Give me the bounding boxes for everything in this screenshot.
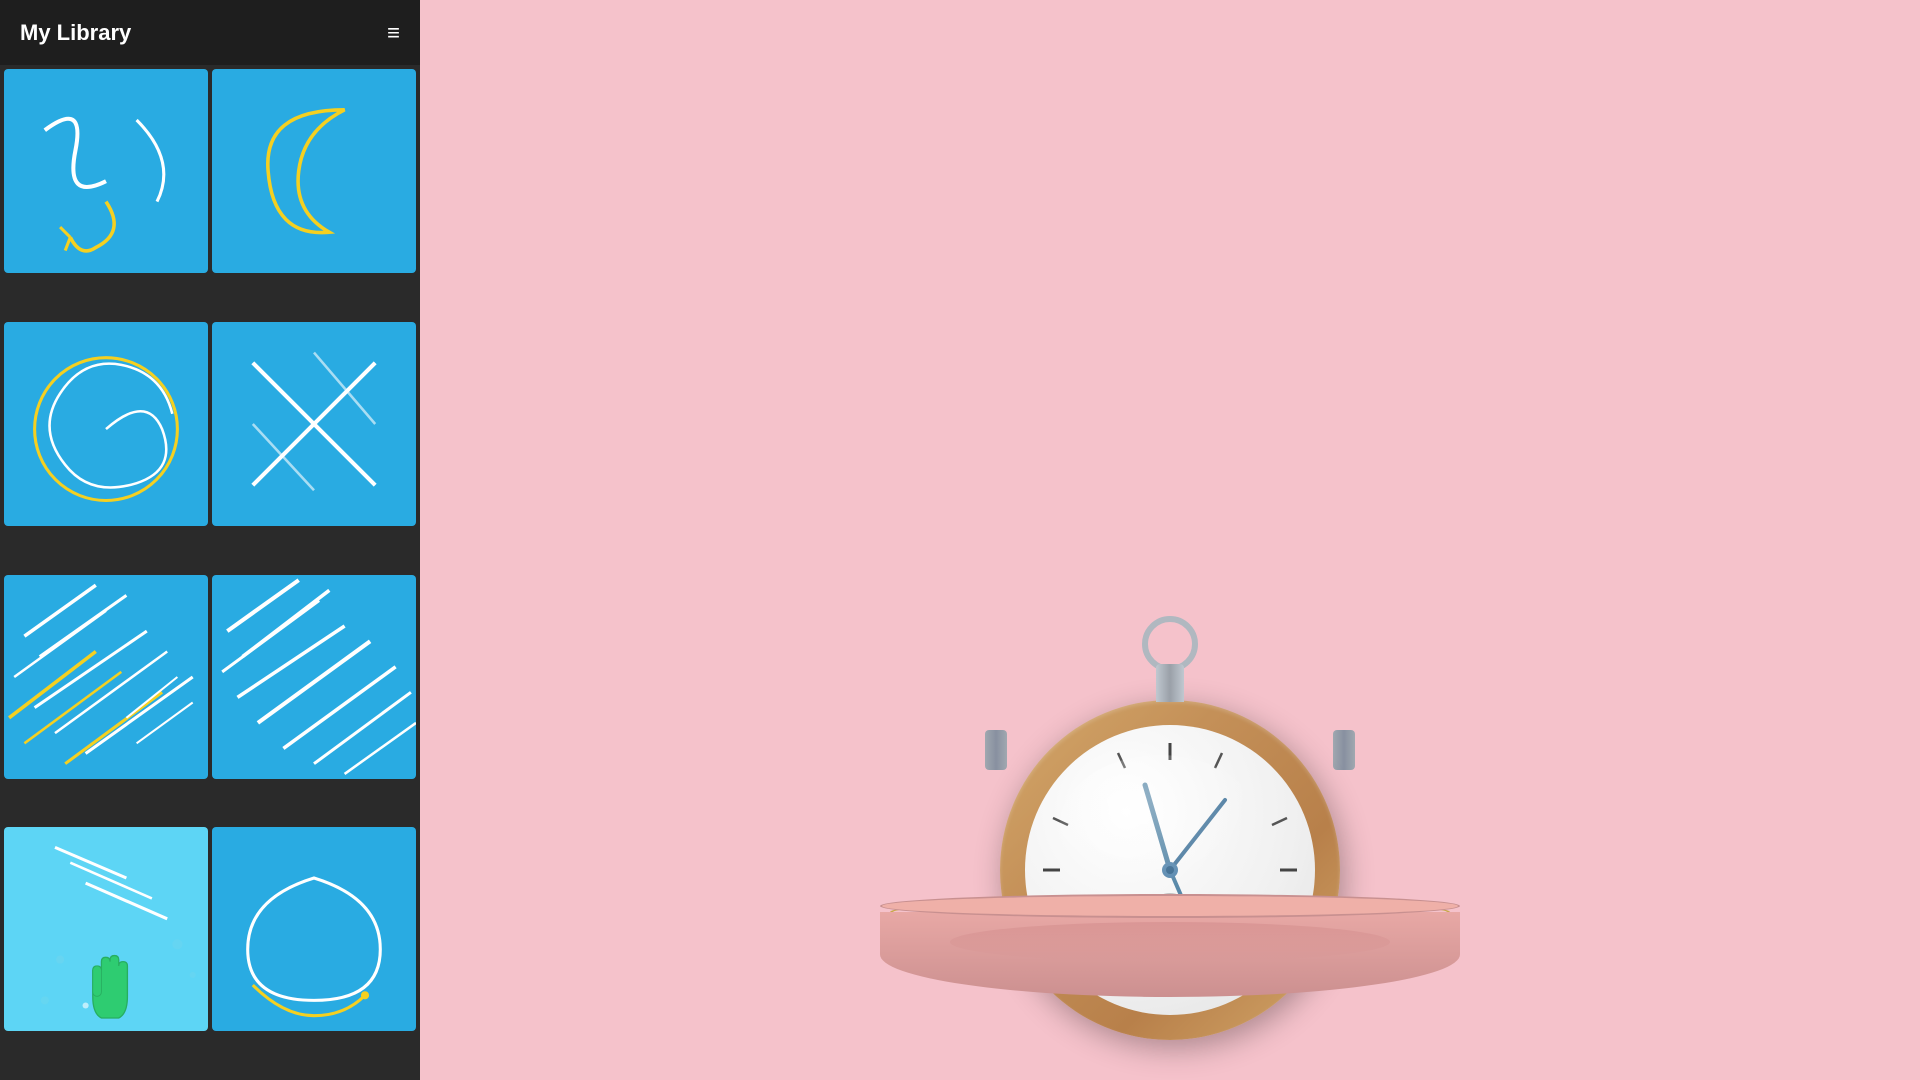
stopwatch-scene: [420, 0, 1920, 1080]
side-button-right: [1333, 730, 1355, 770]
library-title: My Library: [20, 20, 131, 46]
library-item-3[interactable]: [4, 322, 208, 526]
pedestal-top-oval: [880, 894, 1460, 918]
thumbnail-grid: [0, 65, 420, 1080]
crown-stem: [1156, 664, 1184, 702]
library-item-6[interactable]: [212, 575, 416, 779]
library-item-4[interactable]: [212, 322, 416, 526]
library-panel: My Library ≡: [0, 0, 420, 1080]
library-item-5[interactable]: [4, 575, 208, 779]
library-header: My Library ≡: [0, 0, 420, 65]
library-item-2[interactable]: [212, 69, 416, 273]
pedestal: [880, 900, 1460, 1000]
pedestal-body: [880, 912, 1460, 997]
library-item-7[interactable]: [4, 827, 208, 1031]
side-button-left: [985, 730, 1007, 770]
main-preview: [420, 0, 1920, 1080]
library-item-1[interactable]: [4, 69, 208, 273]
menu-icon[interactable]: ≡: [387, 20, 400, 46]
library-item-8[interactable]: [212, 827, 416, 1031]
